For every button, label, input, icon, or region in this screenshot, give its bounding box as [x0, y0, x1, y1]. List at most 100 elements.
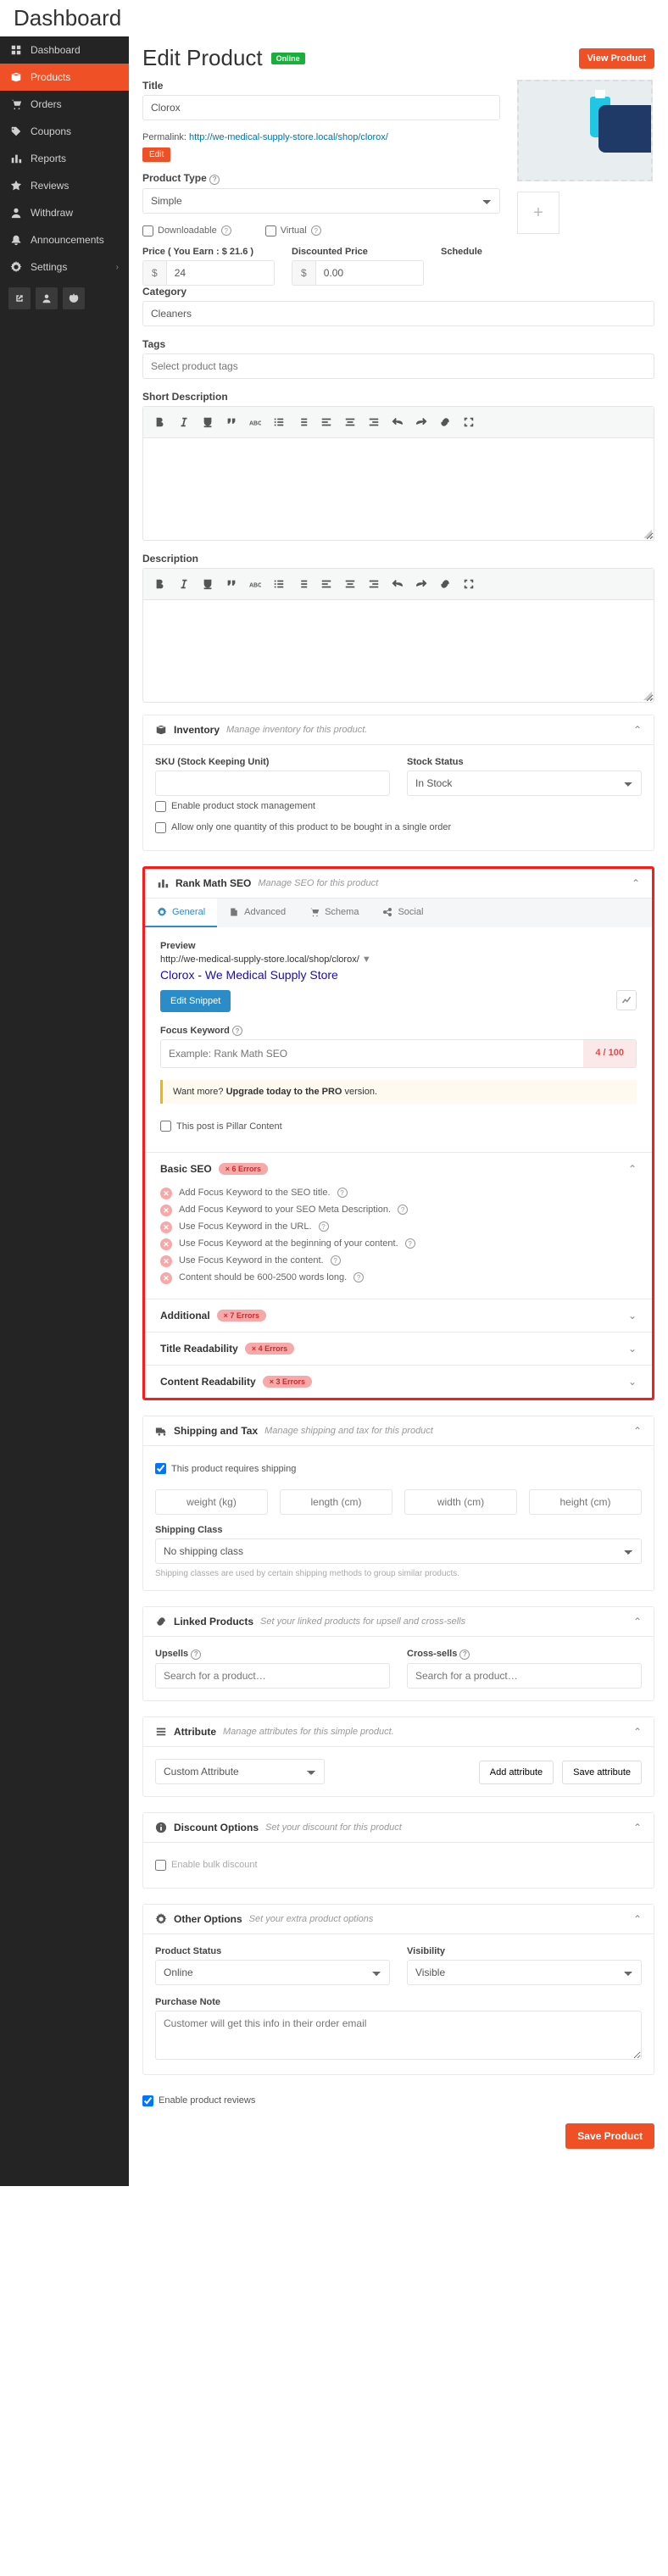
quote-icon[interactable] — [221, 574, 242, 594]
align-right-icon[interactable] — [364, 412, 384, 432]
cross-sells-input[interactable] — [407, 1663, 642, 1689]
sidebar-item-reports[interactable]: Reports — [0, 145, 129, 172]
tab-general[interactable]: General — [145, 899, 217, 927]
italic-icon[interactable] — [174, 412, 194, 432]
ol-icon[interactable] — [292, 574, 313, 594]
enable-stock-checkbox[interactable]: Enable product stock management — [155, 796, 642, 817]
edit-snippet-button[interactable]: Edit Snippet — [160, 990, 231, 1012]
attribute-header[interactable]: Attribute Manage attributes for this sim… — [143, 1717, 654, 1747]
sidebar-item-products[interactable]: Products — [0, 64, 129, 91]
shipping-header[interactable]: Shipping and Tax Manage shipping and tax… — [143, 1416, 654, 1446]
pillar-checkbox[interactable]: This post is Pillar Content — [160, 1116, 637, 1137]
help-icon[interactable]: ? — [405, 1238, 415, 1249]
discounted-input[interactable] — [315, 260, 424, 286]
help-icon[interactable]: ? — [459, 1650, 470, 1660]
upsells-input[interactable] — [155, 1663, 390, 1689]
help-icon[interactable]: ? — [232, 1026, 242, 1036]
other-header[interactable]: Other Options Set your extra product opt… — [143, 1905, 654, 1934]
permalink-url[interactable]: http://we-medical-supply-store.local/sho… — [189, 132, 388, 142]
help-icon[interactable]: ? — [221, 225, 231, 236]
purchase-note-textarea[interactable] — [155, 2011, 642, 2060]
help-icon[interactable]: ? — [331, 1255, 341, 1266]
product-image[interactable] — [517, 80, 653, 181]
sidebar-item-reviews[interactable]: Reviews — [0, 172, 129, 199]
view-product-button[interactable]: View Product — [579, 48, 654, 69]
stock-status-select[interactable]: In Stock — [407, 771, 642, 796]
tab-social[interactable]: Social — [370, 899, 435, 927]
quote-icon[interactable] — [221, 412, 242, 432]
length-input[interactable] — [280, 1489, 392, 1515]
fullscreen-icon[interactable] — [459, 412, 479, 432]
sidebar-item-announcements[interactable]: Announcements — [0, 226, 129, 253]
additional-header[interactable]: Additional× 7 Errors⌄ — [145, 1299, 652, 1332]
align-left-icon[interactable] — [316, 412, 337, 432]
sidebar-item-orders[interactable]: Orders — [0, 91, 129, 118]
underline-icon[interactable] — [198, 412, 218, 432]
attribute-select[interactable]: Custom Attribute — [155, 1759, 325, 1784]
tab-advanced[interactable]: Advanced — [217, 899, 298, 927]
price-input[interactable] — [166, 260, 275, 286]
rankmath-header[interactable]: Rank Math SEO Manage SEO for this produc… — [145, 869, 652, 899]
inventory-header[interactable]: Inventory Manage inventory for this prod… — [143, 715, 654, 745]
help-icon[interactable]: ? — [209, 175, 220, 185]
profile-button[interactable] — [36, 287, 58, 309]
sidebar-item-settings[interactable]: Settings› — [0, 253, 129, 281]
power-button[interactable] — [63, 287, 85, 309]
content-readability-header[interactable]: Content Readability× 3 Errors⌄ — [145, 1365, 652, 1398]
help-icon[interactable]: ? — [191, 1650, 201, 1660]
upgrade-banner[interactable]: Want more? Upgrade today to the PRO vers… — [160, 1080, 637, 1104]
linked-header[interactable]: Linked Products Set your linked products… — [143, 1607, 654, 1637]
short-desc-textarea[interactable] — [143, 438, 654, 540]
link-icon[interactable] — [435, 574, 455, 594]
add-attribute-button[interactable]: Add attribute — [479, 1761, 554, 1784]
trend-icon[interactable] — [616, 990, 637, 1010]
undo-icon[interactable] — [387, 574, 408, 594]
sidebar-item-coupons[interactable]: Coupons — [0, 118, 129, 145]
abc-icon[interactable] — [245, 412, 265, 432]
enable-reviews-checkbox[interactable]: Enable product reviews — [142, 2090, 654, 2111]
fullscreen-icon[interactable] — [459, 574, 479, 594]
requires-shipping-checkbox[interactable]: This product requires shipping — [155, 1458, 642, 1479]
visibility-select[interactable]: Visible — [407, 1960, 642, 1985]
help-icon[interactable]: ? — [398, 1205, 408, 1215]
sidebar-item-withdraw[interactable]: Withdraw — [0, 199, 129, 226]
height-input[interactable] — [529, 1489, 642, 1515]
redo-icon[interactable] — [411, 412, 431, 432]
product-status-select[interactable]: Online — [155, 1960, 390, 1985]
title-readability-header[interactable]: Title Readability× 4 Errors⌄ — [145, 1332, 652, 1365]
bold-icon[interactable] — [150, 574, 170, 594]
one-qty-checkbox[interactable]: Allow only one quantity of this product … — [155, 817, 642, 838]
external-link-button[interactable] — [8, 287, 31, 309]
tags-input[interactable] — [142, 353, 654, 379]
ul-icon[interactable] — [269, 574, 289, 594]
bold-icon[interactable] — [150, 412, 170, 432]
help-icon[interactable]: ? — [311, 225, 321, 236]
width-input[interactable] — [404, 1489, 517, 1515]
add-image-button[interactable]: + — [517, 192, 559, 234]
schedule-label[interactable]: Schedule — [441, 247, 500, 257]
ul-icon[interactable] — [269, 412, 289, 432]
enable-bulk-discount-checkbox[interactable]: Enable bulk discount — [155, 1855, 642, 1876]
virtual-checkbox[interactable]: Virtual ? — [265, 225, 321, 236]
save-attribute-button[interactable]: Save attribute — [562, 1761, 642, 1784]
help-icon[interactable]: ? — [337, 1188, 348, 1198]
shipping-class-select[interactable]: No shipping class — [155, 1538, 642, 1564]
basic-seo-header[interactable]: Basic SEO× 6 Errors⌃ — [145, 1153, 652, 1185]
align-right-icon[interactable] — [364, 574, 384, 594]
weight-input[interactable] — [155, 1489, 268, 1515]
category-input[interactable] — [142, 301, 654, 326]
sku-input[interactable] — [155, 771, 390, 796]
sidebar-item-dashboard[interactable]: Dashboard — [0, 36, 129, 64]
align-center-icon[interactable] — [340, 412, 360, 432]
abc-icon[interactable] — [245, 574, 265, 594]
redo-icon[interactable] — [411, 574, 431, 594]
italic-icon[interactable] — [174, 574, 194, 594]
edit-permalink-button[interactable]: Edit — [142, 147, 170, 162]
underline-icon[interactable] — [198, 574, 218, 594]
save-product-button[interactable]: Save Product — [565, 2123, 654, 2149]
help-icon[interactable]: ? — [319, 1221, 329, 1232]
discount-header[interactable]: Discount Options Set your discount for t… — [143, 1813, 654, 1843]
link-icon[interactable] — [435, 412, 455, 432]
focus-keyword-input[interactable] — [161, 1040, 583, 1067]
help-icon[interactable]: ? — [353, 1272, 364, 1282]
